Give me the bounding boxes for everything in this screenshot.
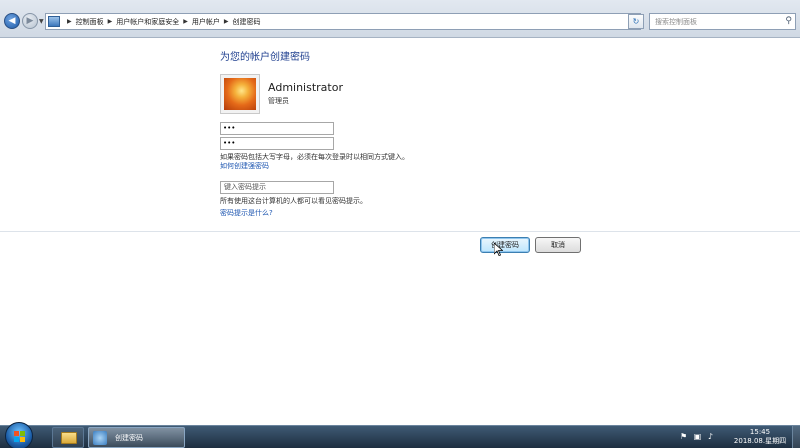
confirm-password-field[interactable]: •••	[220, 137, 334, 150]
forward-button[interactable]: ▶	[22, 13, 38, 29]
taskbar-task-create-password[interactable]: 创建密码	[88, 427, 185, 448]
chevron-right-icon[interactable]: ▶	[108, 18, 113, 25]
task-label: 创建密码	[115, 434, 143, 442]
refresh-button[interactable]: ↻	[628, 14, 644, 29]
clock-time: 15:45	[749, 428, 771, 436]
breadcrumb-user-accounts-family-safety[interactable]: 用户帐户和家庭安全	[116, 17, 179, 27]
navigation-bar: ◀ ▶ ▼ ▶ 控制面板 ▶ 用户帐户和家庭安全 ▶ 用户帐户 ▶ 创建密码 ▼…	[0, 0, 800, 38]
password-hint-field[interactable]: 键入密码提示	[220, 181, 334, 194]
search-input[interactable]: 搜索控制面板 ⚲	[649, 13, 796, 30]
flag-icon[interactable]: ⚑	[680, 432, 687, 441]
clock-date: 2018.08.星期四	[733, 437, 787, 445]
divider	[0, 231, 800, 232]
taskbar: 创建密码 ⚑ ▣ ♪ 15:45 2018.08.星期四	[0, 422, 800, 448]
user-picture	[224, 78, 256, 110]
address-bar[interactable]: ▶ 控制面板 ▶ 用户帐户和家庭安全 ▶ 用户帐户 ▶ 创建密码 ▼	[45, 13, 641, 30]
user-role: 管理员	[268, 97, 289, 105]
show-desktop-button[interactable]	[792, 426, 800, 448]
breadcrumb-user-accounts[interactable]: 用户帐户	[192, 17, 220, 27]
page-title: 为您的帐户创建密码	[220, 52, 310, 63]
system-tray: ⚑ ▣ ♪	[680, 432, 717, 441]
search-placeholder: 搜索控制面板	[655, 18, 697, 26]
search-icon[interactable]: ⚲	[785, 16, 792, 26]
hint-visibility-note: 所有使用这台计算机的人都可以看见密码提示。	[220, 197, 367, 205]
user-accounts-icon	[93, 431, 107, 445]
password-hint-help-link[interactable]: 密码提示是什么?	[220, 208, 273, 218]
breadcrumb-create-password[interactable]: 创建密码	[233, 17, 261, 27]
new-password-field[interactable]: •••	[220, 122, 334, 135]
start-button[interactable]	[5, 422, 33, 448]
back-button[interactable]: ◀	[4, 13, 20, 29]
control-panel-icon	[48, 16, 60, 27]
taskbar-explorer-button[interactable]	[52, 427, 84, 448]
folder-icon	[61, 432, 77, 444]
cancel-button[interactable]: 取消	[535, 237, 581, 253]
avatar	[220, 74, 260, 114]
windows-logo-icon	[14, 431, 25, 442]
clock[interactable]: 15:45 2018.08.星期四	[730, 428, 790, 446]
user-name: Administrator	[268, 81, 343, 94]
chevron-right-icon[interactable]: ▶	[224, 18, 229, 25]
chevron-right-icon[interactable]: ▶	[183, 18, 188, 25]
network-icon[interactable]: ▣	[694, 432, 702, 441]
create-password-button[interactable]: 创建密码	[480, 237, 530, 253]
strong-password-link[interactable]: 如何创建强密码	[220, 161, 269, 171]
chevron-right-icon[interactable]: ▶	[67, 18, 72, 25]
recent-pages-dropdown-icon[interactable]: ▼	[39, 18, 44, 25]
breadcrumb-control-panel[interactable]: 控制面板	[76, 17, 104, 27]
volume-icon[interactable]: ♪	[708, 432, 713, 441]
